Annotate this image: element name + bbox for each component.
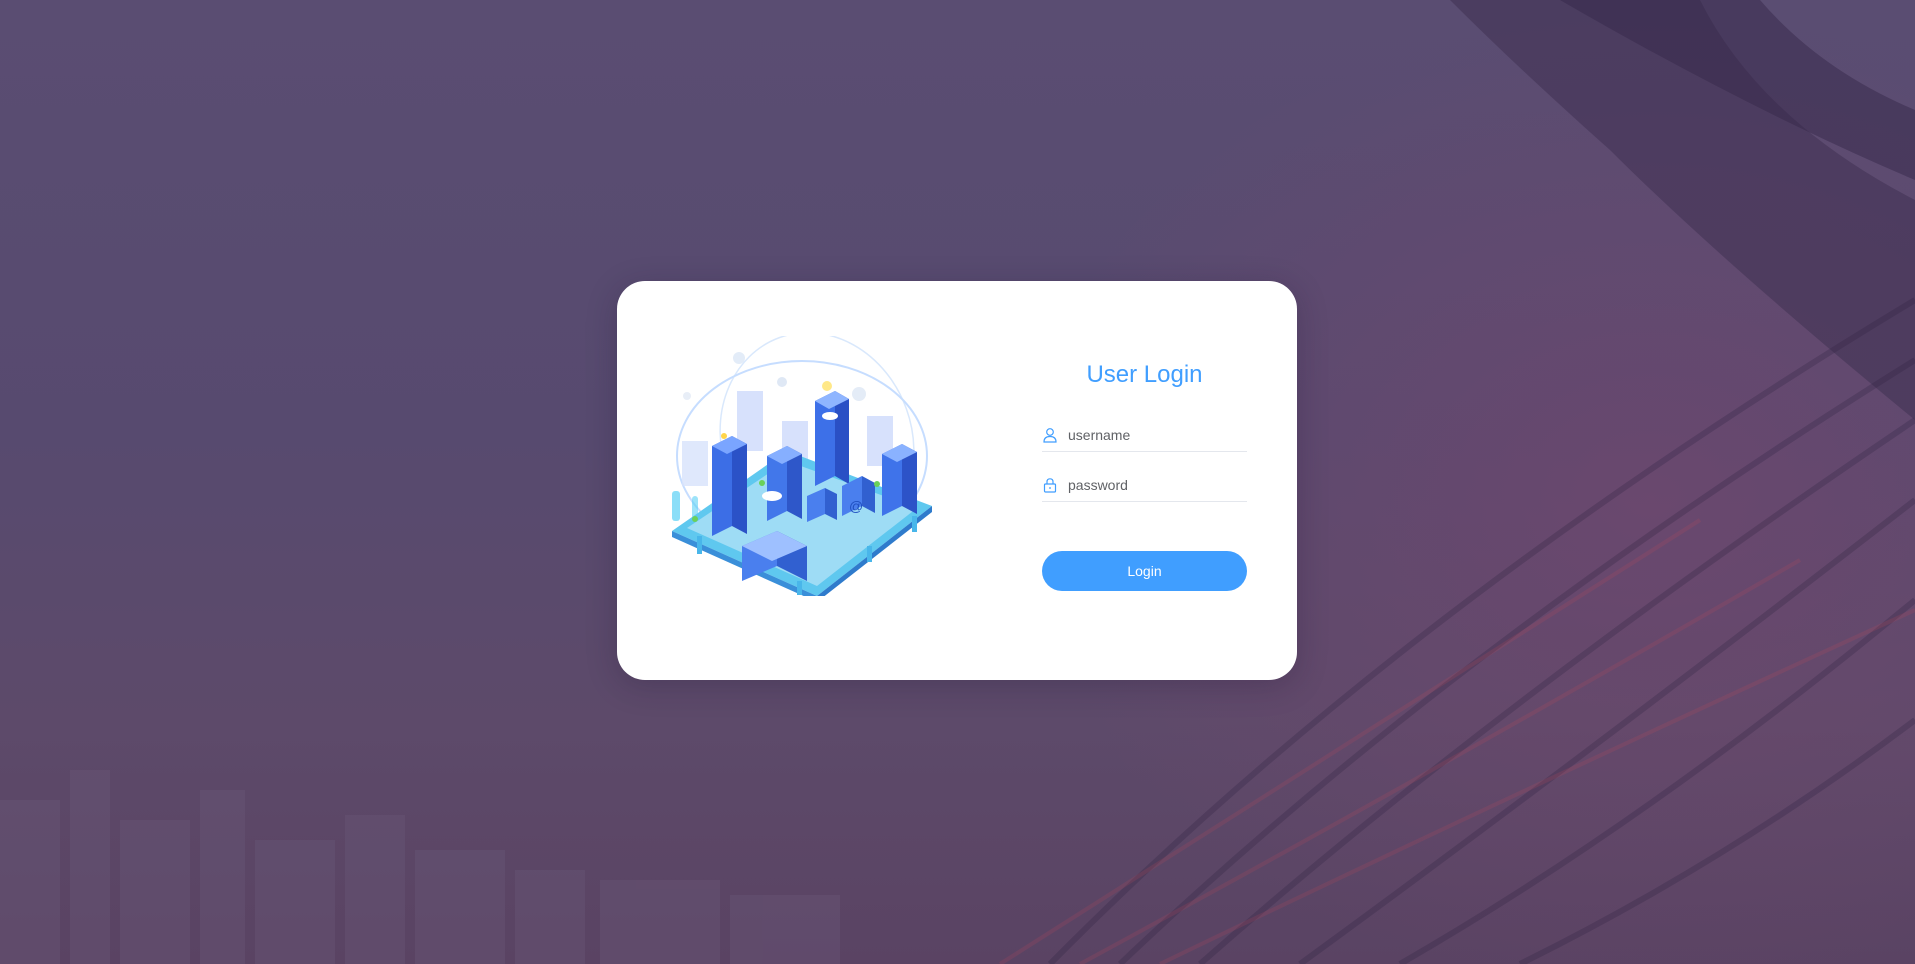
login-title: User Login xyxy=(1086,361,1203,388)
password-field[interactable] xyxy=(1042,469,1247,502)
lock-icon xyxy=(1043,478,1057,493)
username-input[interactable] xyxy=(1068,420,1238,450)
user-icon xyxy=(1043,428,1057,443)
login-card: @ User Login Login xyxy=(617,281,1297,680)
password-input[interactable] xyxy=(1068,470,1238,500)
svg-text:@: @ xyxy=(849,498,863,514)
username-field[interactable] xyxy=(1042,419,1247,452)
city-illustration: @ xyxy=(672,336,932,596)
login-button[interactable]: Login xyxy=(1042,551,1247,591)
